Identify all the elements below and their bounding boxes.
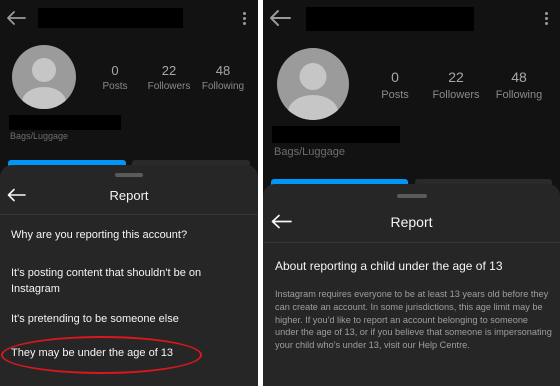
highlight-circle bbox=[1, 336, 202, 374]
help-sheet: Report About reporting a child under the… bbox=[263, 184, 560, 386]
option-impersonation[interactable]: It's pretending to be someone else bbox=[11, 313, 246, 325]
profile-category: Bags/Luggage bbox=[10, 131, 69, 141]
avatar-body-shape bbox=[288, 95, 338, 120]
sheet-title: Report bbox=[109, 188, 149, 203]
stat-value: 0 bbox=[391, 69, 399, 85]
redacted-username bbox=[306, 7, 474, 31]
profile-category: Bags/Luggage bbox=[274, 146, 345, 158]
avatar-body-shape bbox=[22, 87, 66, 109]
back-arrow-icon[interactable] bbox=[6, 10, 26, 26]
report-question: Why are you reporting this account? bbox=[11, 229, 188, 241]
redacted-display-name bbox=[272, 126, 400, 143]
stat-label: Following bbox=[201, 81, 245, 92]
sheet-title: Report bbox=[390, 214, 433, 230]
sheet-divider bbox=[0, 214, 258, 215]
stat-following[interactable]: 48 Following bbox=[199, 63, 247, 92]
profile-header bbox=[263, 0, 560, 36]
stat-posts[interactable]: 0 Posts bbox=[96, 63, 134, 92]
stat-value: 48 bbox=[215, 63, 231, 78]
stat-value: 22 bbox=[448, 69, 464, 85]
report-sheet: Report Why are you reporting this accoun… bbox=[0, 165, 258, 386]
help-body: Instagram requires everyone to be at lea… bbox=[275, 289, 552, 351]
stat-label: Posts bbox=[381, 89, 409, 101]
sheet-divider bbox=[263, 242, 560, 243]
right-screenshot: 0 Posts 22 Followers 48 Following Bags/L… bbox=[263, 0, 560, 386]
option-inappropriate-content[interactable]: It's posting content that shouldn't be o… bbox=[11, 265, 226, 297]
sheet-drag-handle[interactable] bbox=[115, 173, 143, 177]
more-options-icon[interactable] bbox=[545, 12, 549, 27]
stat-label: Posts bbox=[102, 81, 128, 92]
redacted-username bbox=[38, 8, 183, 28]
sheet-drag-handle[interactable] bbox=[396, 194, 427, 198]
avatar-placeholder-icon bbox=[299, 63, 327, 90]
stat-label: Followers bbox=[432, 89, 480, 101]
stat-value: 48 bbox=[511, 69, 527, 85]
stat-posts[interactable]: 0 Posts bbox=[373, 69, 417, 101]
left-screenshot: 0 Posts 22 Followers 48 Following Bags/L… bbox=[0, 0, 258, 386]
more-options-icon[interactable] bbox=[243, 12, 247, 27]
stat-value: 22 bbox=[161, 63, 177, 78]
redacted-display-name bbox=[9, 115, 121, 130]
avatar[interactable] bbox=[12, 45, 76, 109]
avatar[interactable] bbox=[277, 48, 349, 120]
stat-followers[interactable]: 22 Followers bbox=[143, 63, 195, 92]
stat-label: Followers bbox=[147, 81, 191, 92]
stat-label: Following bbox=[495, 89, 543, 101]
profile-header bbox=[0, 0, 258, 36]
help-heading: About reporting a child under the age of… bbox=[275, 259, 503, 273]
avatar-placeholder-icon bbox=[32, 58, 56, 82]
back-arrow-icon[interactable] bbox=[269, 9, 291, 27]
stat-value: 0 bbox=[111, 63, 119, 78]
stat-followers[interactable]: 22 Followers bbox=[427, 69, 485, 101]
stat-following[interactable]: 48 Following bbox=[491, 69, 547, 101]
